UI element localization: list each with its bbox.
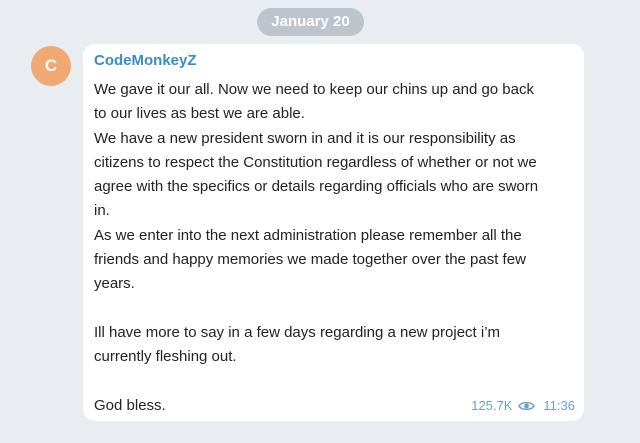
- message-line: agree with the specifics or details rega…: [94, 178, 539, 196]
- view-count: 125.7K: [471, 398, 513, 413]
- message-meta: 125.7K 11:36: [471, 397, 575, 415]
- message-line: Ill have more to say in a few days regar…: [94, 323, 501, 341]
- message-bubble: CodeMonkeyZ We gave it our all. Now we n…: [83, 44, 584, 421]
- message-line: in.: [94, 202, 110, 220]
- avatar[interactable]: C: [31, 46, 71, 86]
- message-line: citizens to respect the Constitution reg…: [94, 153, 537, 171]
- sender-name[interactable]: CodeMonkeyZ: [94, 51, 197, 71]
- message-blank-line: [94, 297, 574, 321]
- message-line: friends and happy memories we made toget…: [94, 251, 526, 269]
- message-text: We gave it our all. Now we need to keep …: [94, 78, 574, 418]
- message-line: We have a new president sworn in and it …: [94, 129, 516, 147]
- message-line: As we enter into the next administration…: [94, 226, 522, 244]
- message-time: 11:36: [543, 398, 575, 413]
- message-line: to our lives as best we are able.: [94, 105, 305, 123]
- message-line: We gave it our all. Now we need to keep …: [94, 81, 534, 98]
- message-blank-line: [94, 370, 574, 394]
- message-line: years.: [94, 275, 135, 293]
- date-separator: January 20: [257, 8, 364, 36]
- eye-icon: [518, 400, 536, 412]
- message-line: currently fleshing out.: [94, 348, 237, 366]
